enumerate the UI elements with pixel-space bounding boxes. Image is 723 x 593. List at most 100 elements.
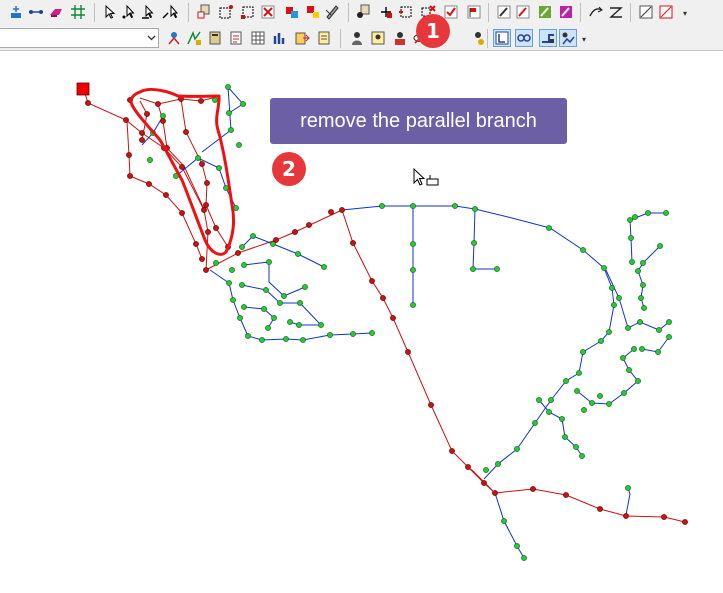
source-node	[76, 82, 90, 96]
network-node	[295, 251, 301, 257]
network-node	[606, 329, 612, 335]
network-node	[213, 225, 219, 231]
network-node	[492, 490, 498, 496]
network-node	[193, 241, 199, 247]
network-node	[410, 241, 416, 247]
network-node	[530, 486, 536, 492]
node-table-icon[interactable]	[196, 4, 212, 20]
network-node	[241, 262, 247, 268]
move-selection-icon[interactable]	[398, 4, 414, 20]
network-node	[328, 209, 334, 215]
network-node	[663, 210, 669, 216]
zoom-box-alt-icon[interactable]	[658, 4, 674, 20]
network-node	[350, 331, 356, 337]
pipe-segment	[641, 336, 670, 353]
node-info-icon[interactable]	[356, 4, 372, 20]
network-node	[405, 349, 411, 355]
network-node	[300, 337, 306, 343]
network-node	[514, 446, 520, 452]
grid-icon[interactable]	[70, 4, 86, 20]
network-node	[428, 402, 434, 408]
network-node	[472, 206, 478, 212]
delete-icon[interactable]	[260, 4, 276, 20]
pipe-tool-icon[interactable]	[539, 29, 557, 47]
network-node	[139, 137, 145, 143]
network-node	[559, 416, 565, 422]
pipe-segment	[629, 212, 666, 263]
branch-view-icon[interactable]	[493, 29, 511, 47]
select-icon[interactable]	[102, 4, 118, 20]
chart-icon[interactable]	[272, 30, 288, 46]
route-icon[interactable]	[559, 29, 577, 47]
network-node	[501, 518, 507, 524]
pipe-arrow-icon[interactable]	[588, 4, 604, 20]
color-edit-icon[interactable]	[537, 4, 553, 20]
export-icon[interactable]	[294, 30, 310, 46]
report-icon[interactable]	[228, 30, 244, 46]
person-gear-icon[interactable]	[470, 30, 486, 46]
select-pipe-icon[interactable]	[141, 4, 157, 20]
network-node	[514, 543, 520, 549]
add-node-icon[interactable]	[8, 4, 24, 20]
network-node	[123, 117, 129, 123]
network-node	[179, 164, 185, 170]
validate-icon[interactable]	[558, 4, 574, 20]
pipe-curve-icon[interactable]	[608, 4, 624, 20]
network-node	[265, 325, 271, 331]
network-node	[598, 338, 604, 344]
network-node	[638, 295, 644, 301]
calc-icon[interactable]	[207, 30, 223, 46]
network-node	[629, 259, 635, 265]
network-node	[639, 346, 645, 352]
select-box-alt-icon[interactable]	[240, 4, 256, 20]
network-node	[481, 480, 487, 486]
analysis-icon[interactable]	[186, 30, 202, 46]
network-node	[226, 280, 232, 286]
network-node	[239, 282, 245, 288]
zoom-box-icon[interactable]	[638, 4, 654, 20]
network-node	[155, 101, 161, 107]
network-node	[235, 250, 241, 256]
network-node	[213, 260, 219, 266]
network-icon[interactable]	[166, 30, 182, 46]
network-node	[410, 267, 416, 273]
add-valve-icon[interactable]	[48, 4, 64, 20]
network-node	[239, 244, 245, 250]
paste-icon[interactable]	[305, 4, 321, 20]
add-pipe-icon[interactable]	[28, 4, 44, 20]
move-node-icon[interactable]	[378, 4, 394, 20]
network-node	[85, 100, 91, 106]
select-node-icon[interactable]	[121, 4, 137, 20]
network-node	[236, 142, 242, 148]
mouse-cursor-icon	[413, 168, 439, 186]
network-node	[339, 207, 345, 213]
layer-combobox[interactable]	[0, 28, 159, 48]
edit-attributes-icon[interactable]	[324, 4, 340, 20]
network-node	[601, 265, 607, 271]
network-node	[199, 256, 205, 262]
document-icon[interactable]	[316, 30, 332, 46]
person-icon[interactable]	[349, 30, 365, 46]
edit-icon[interactable]	[496, 4, 512, 20]
network-node	[640, 260, 646, 266]
table-icon[interactable]	[250, 30, 266, 46]
link-icon[interactable]	[515, 29, 533, 47]
person-alt-icon[interactable]	[392, 30, 408, 46]
network-node	[536, 397, 542, 403]
pipe-segment	[243, 306, 275, 329]
select-valve-icon[interactable]	[162, 4, 178, 20]
network-node	[250, 233, 256, 239]
chevron-down-icon[interactable]	[144, 29, 158, 47]
network-node	[666, 319, 672, 325]
network-node	[203, 267, 209, 273]
flag-icon[interactable]	[466, 4, 482, 20]
network-node	[183, 129, 189, 135]
edit-alt-icon[interactable]	[515, 4, 531, 20]
toolbar-overflow-icon[interactable]: ▾	[580, 34, 588, 46]
person-card-icon[interactable]	[370, 30, 386, 46]
check-icon[interactable]	[443, 4, 459, 20]
select-box-icon[interactable]	[218, 4, 234, 20]
copy-icon[interactable]	[284, 4, 300, 20]
network-node	[657, 243, 663, 249]
toolbar-overflow-icon[interactable]: ▾	[681, 8, 689, 20]
